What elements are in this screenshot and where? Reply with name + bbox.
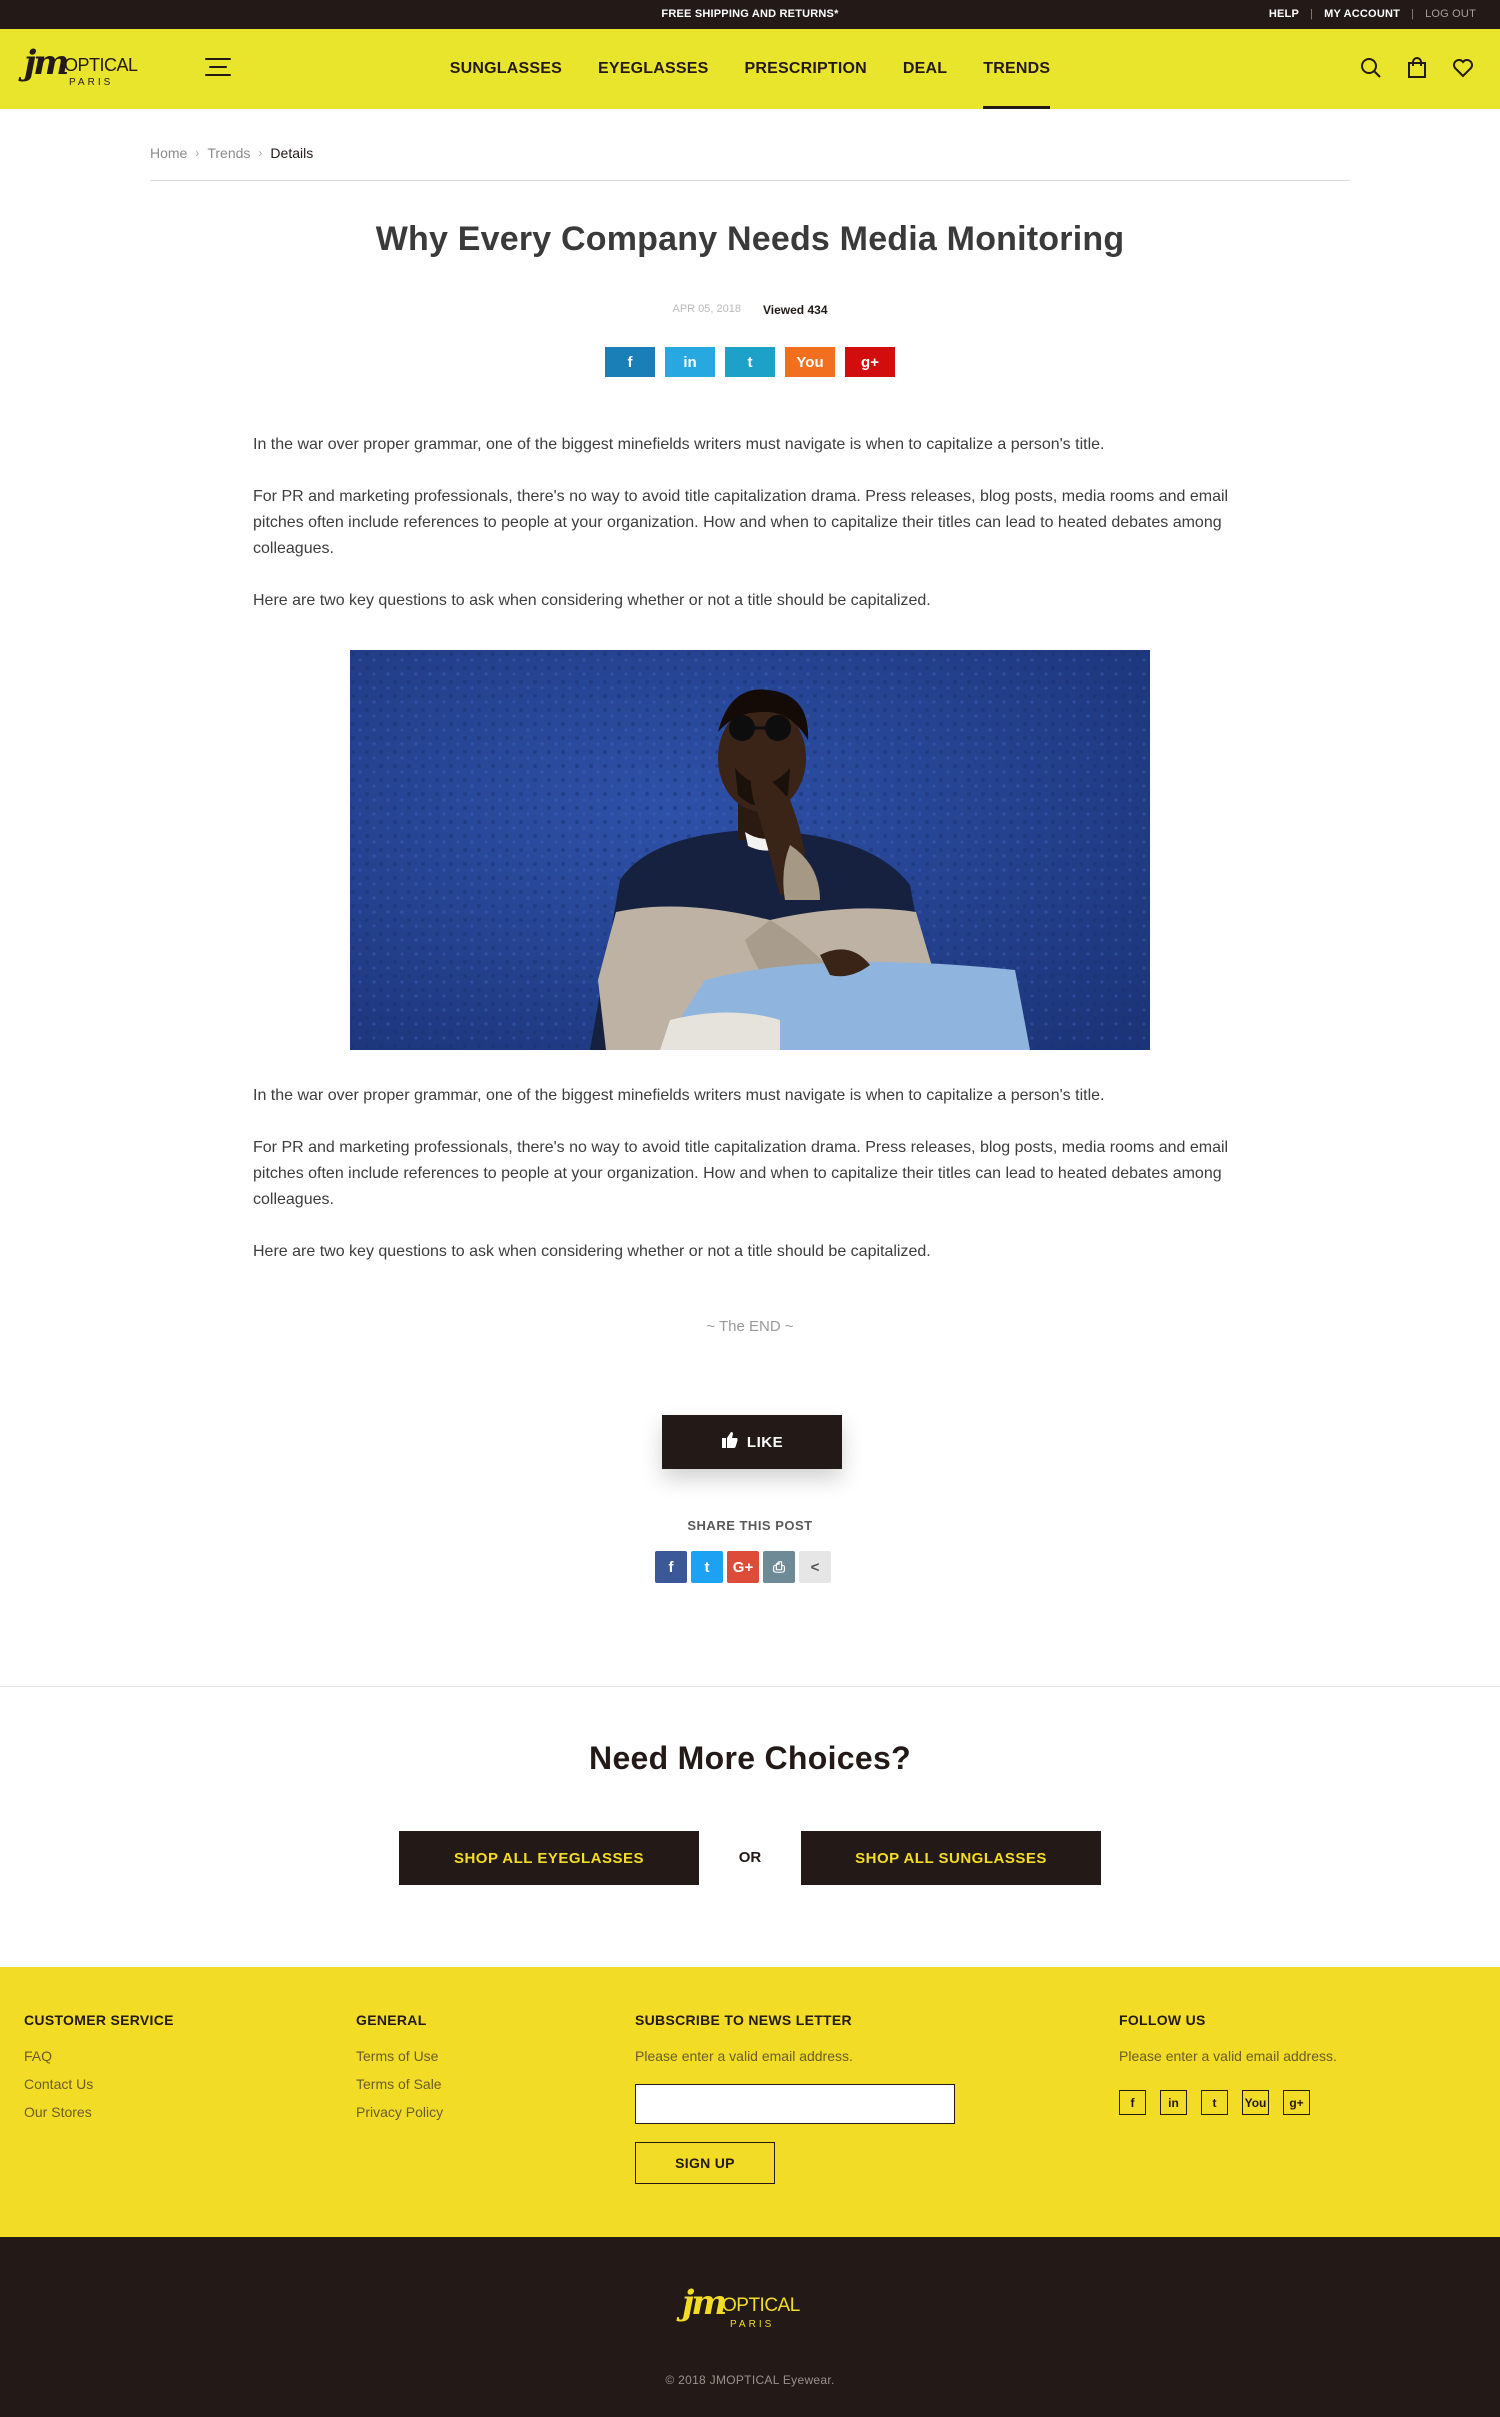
social-buttons-top: f in t You g+: [0, 347, 1500, 377]
article-meta: APR 05, 2018 Viewed 434: [0, 303, 1500, 317]
twitter-icon[interactable]: t: [1201, 2090, 1228, 2115]
or-label: OR: [738, 1849, 762, 1866]
footer-link-contact[interactable]: Contact Us: [24, 2076, 174, 2092]
footer: CUSTOMER SERVICE FAQ Contact Us Our Stor…: [0, 1967, 1500, 2237]
thumbs-up-icon: [721, 1431, 739, 1453]
share-buttons: f t G+ ⎙ <: [655, 1551, 831, 1583]
heart-icon[interactable]: [1452, 57, 1474, 79]
help-link[interactable]: HELP: [1269, 0, 1299, 29]
logout-link[interactable]: LOG OUT: [1425, 0, 1476, 29]
header-icons: [1360, 57, 1474, 79]
logo-name: OPTICAL: [64, 55, 138, 75]
nav-eyeglasses[interactable]: EYEGLASSES: [598, 29, 708, 109]
footer-general: GENERAL Terms of Use Terms of Sale Priva…: [356, 2012, 443, 2132]
facebook-icon[interactable]: f: [655, 1551, 687, 1583]
search-icon[interactable]: [1360, 57, 1382, 79]
article-paragraph: For PR and marketing professionals, ther…: [253, 488, 1229, 557]
youtube-icon[interactable]: You: [785, 347, 835, 377]
bag-icon[interactable]: [1406, 57, 1428, 79]
google-plus-icon[interactable]: G+: [727, 1551, 759, 1583]
logo-mark: jm: [24, 43, 69, 83]
article-paragraph: Here are two key questions to ask when c…: [253, 592, 931, 609]
share-title: SHARE THIS POST: [687, 1518, 813, 1533]
youtube-icon[interactable]: You: [1242, 2090, 1269, 2115]
logo-mark: jm: [682, 2283, 727, 2323]
share-icon[interactable]: <: [799, 1551, 831, 1583]
breadcrumb-trends[interactable]: Trends: [207, 145, 250, 180]
nav-deal[interactable]: DEAL: [903, 29, 947, 109]
footer-heading: SUBSCRIBE TO NEWS LETTER: [635, 2012, 852, 2028]
footer-heading: CUSTOMER SERVICE: [24, 2012, 174, 2028]
bottom-bar: jm OPTICAL PARIS © 2018 JMOPTICAL Eyewea…: [0, 2237, 1500, 2417]
like-label: LIKE: [746, 1433, 784, 1451]
nav-trends[interactable]: TRENDS: [983, 29, 1051, 109]
article-paragraph: Here are two key questions to ask when c…: [253, 1243, 931, 1260]
article-title: Why Every Company Needs Media Monitoring: [375, 220, 1125, 258]
logo-city: PARIS: [730, 2319, 775, 2330]
nav-sunglasses[interactable]: SUNGLASSES: [450, 29, 562, 109]
breadcrumb-home[interactable]: Home: [150, 145, 187, 180]
account-links: HELP | MY ACCOUNT | LOG OUT: [1269, 0, 1476, 29]
copyright: © 2018 JMOPTICAL Eyewear.: [665, 2373, 835, 2387]
facebook-icon[interactable]: f: [1119, 2090, 1146, 2115]
separator: |: [1310, 8, 1314, 20]
site-header: SUNGLASSES EYEGLASSES PRESCRIPTION DEAL …: [0, 29, 1500, 109]
newsletter-note: Please enter a valid email address.: [635, 2048, 853, 2064]
footer-customer-service: CUSTOMER SERVICE FAQ Contact Us Our Stor…: [24, 2012, 174, 2132]
breadcrumb-current: Details: [270, 145, 314, 161]
linkedin-icon[interactable]: in: [1160, 2090, 1187, 2115]
nav-prescription[interactable]: PRESCRIPTION: [744, 29, 866, 109]
choices-title: Need More Choices?: [589, 1740, 911, 1776]
footer-follow: FOLLOW US Please enter a valid email add…: [1119, 2012, 1419, 2132]
article-paragraph: In the war over proper grammar, one of t…: [253, 436, 1105, 453]
logo-city: PARIS: [69, 77, 114, 88]
like-button[interactable]: LIKE: [662, 1415, 842, 1469]
separator: |: [1411, 8, 1415, 20]
footer-heading: GENERAL: [356, 2012, 427, 2028]
twitter-icon[interactable]: t: [691, 1551, 723, 1583]
signup-button[interactable]: SIGN UP: [635, 2142, 775, 2184]
article-end: ~ The END ~: [706, 1318, 794, 1335]
article-date: APR 05, 2018: [672, 303, 742, 315]
section-divider: [0, 1686, 1500, 1687]
logo-name: OPTICAL: [722, 2295, 800, 2316]
footer-link-stores[interactable]: Our Stores: [24, 2104, 174, 2120]
view-count: Viewed 434: [763, 303, 828, 317]
footer-heading: FOLLOW US: [1119, 2012, 1206, 2028]
footer-link-terms-use[interactable]: Terms of Use: [356, 2048, 443, 2064]
print-icon[interactable]: ⎙: [763, 1551, 795, 1583]
my-account-link[interactable]: MY ACCOUNT: [1324, 0, 1400, 29]
footer-newsletter: SUBSCRIBE TO NEWS LETTER Please enter a …: [635, 2012, 965, 2212]
footer-link-faq[interactable]: FAQ: [24, 2048, 174, 2064]
footer-link-terms-sale[interactable]: Terms of Sale: [356, 2076, 443, 2092]
google-plus-icon[interactable]: g+: [1283, 2090, 1310, 2115]
article-image: [350, 650, 1150, 1050]
chevron-right-icon: ›: [258, 146, 263, 160]
chevron-right-icon: ›: [195, 146, 200, 160]
follow-note: Please enter a valid email address.: [1119, 2048, 1337, 2064]
newsletter-email-input[interactable]: [635, 2084, 955, 2124]
article-paragraph: For PR and marketing professionals, ther…: [253, 1139, 1229, 1208]
menu-icon[interactable]: [205, 58, 231, 80]
google-plus-icon[interactable]: g+: [845, 347, 895, 377]
follow-icons: f in t You g+: [1119, 2090, 1310, 2115]
facebook-icon[interactable]: f: [605, 347, 655, 377]
article-paragraph: In the war over proper grammar, one of t…: [253, 1087, 1105, 1104]
shop-sunglasses-button[interactable]: SHOP ALL SUNGLASSES: [801, 1831, 1101, 1885]
linkedin-icon[interactable]: in: [665, 347, 715, 377]
twitter-icon[interactable]: t: [725, 347, 775, 377]
site-logo[interactable]: jm OPTICAL PARIS: [24, 43, 154, 93]
shop-eyeglasses-button[interactable]: SHOP ALL EYEGLASSES: [399, 1831, 699, 1885]
breadcrumb: Home › Trends › Details: [150, 145, 1350, 181]
top-bar: FREE SHIPPING AND RETURNS* HELP | MY ACC…: [0, 0, 1500, 29]
footer-link-privacy[interactable]: Privacy Policy: [356, 2104, 443, 2120]
footer-logo[interactable]: jm OPTICAL PARIS: [682, 2283, 822, 2337]
